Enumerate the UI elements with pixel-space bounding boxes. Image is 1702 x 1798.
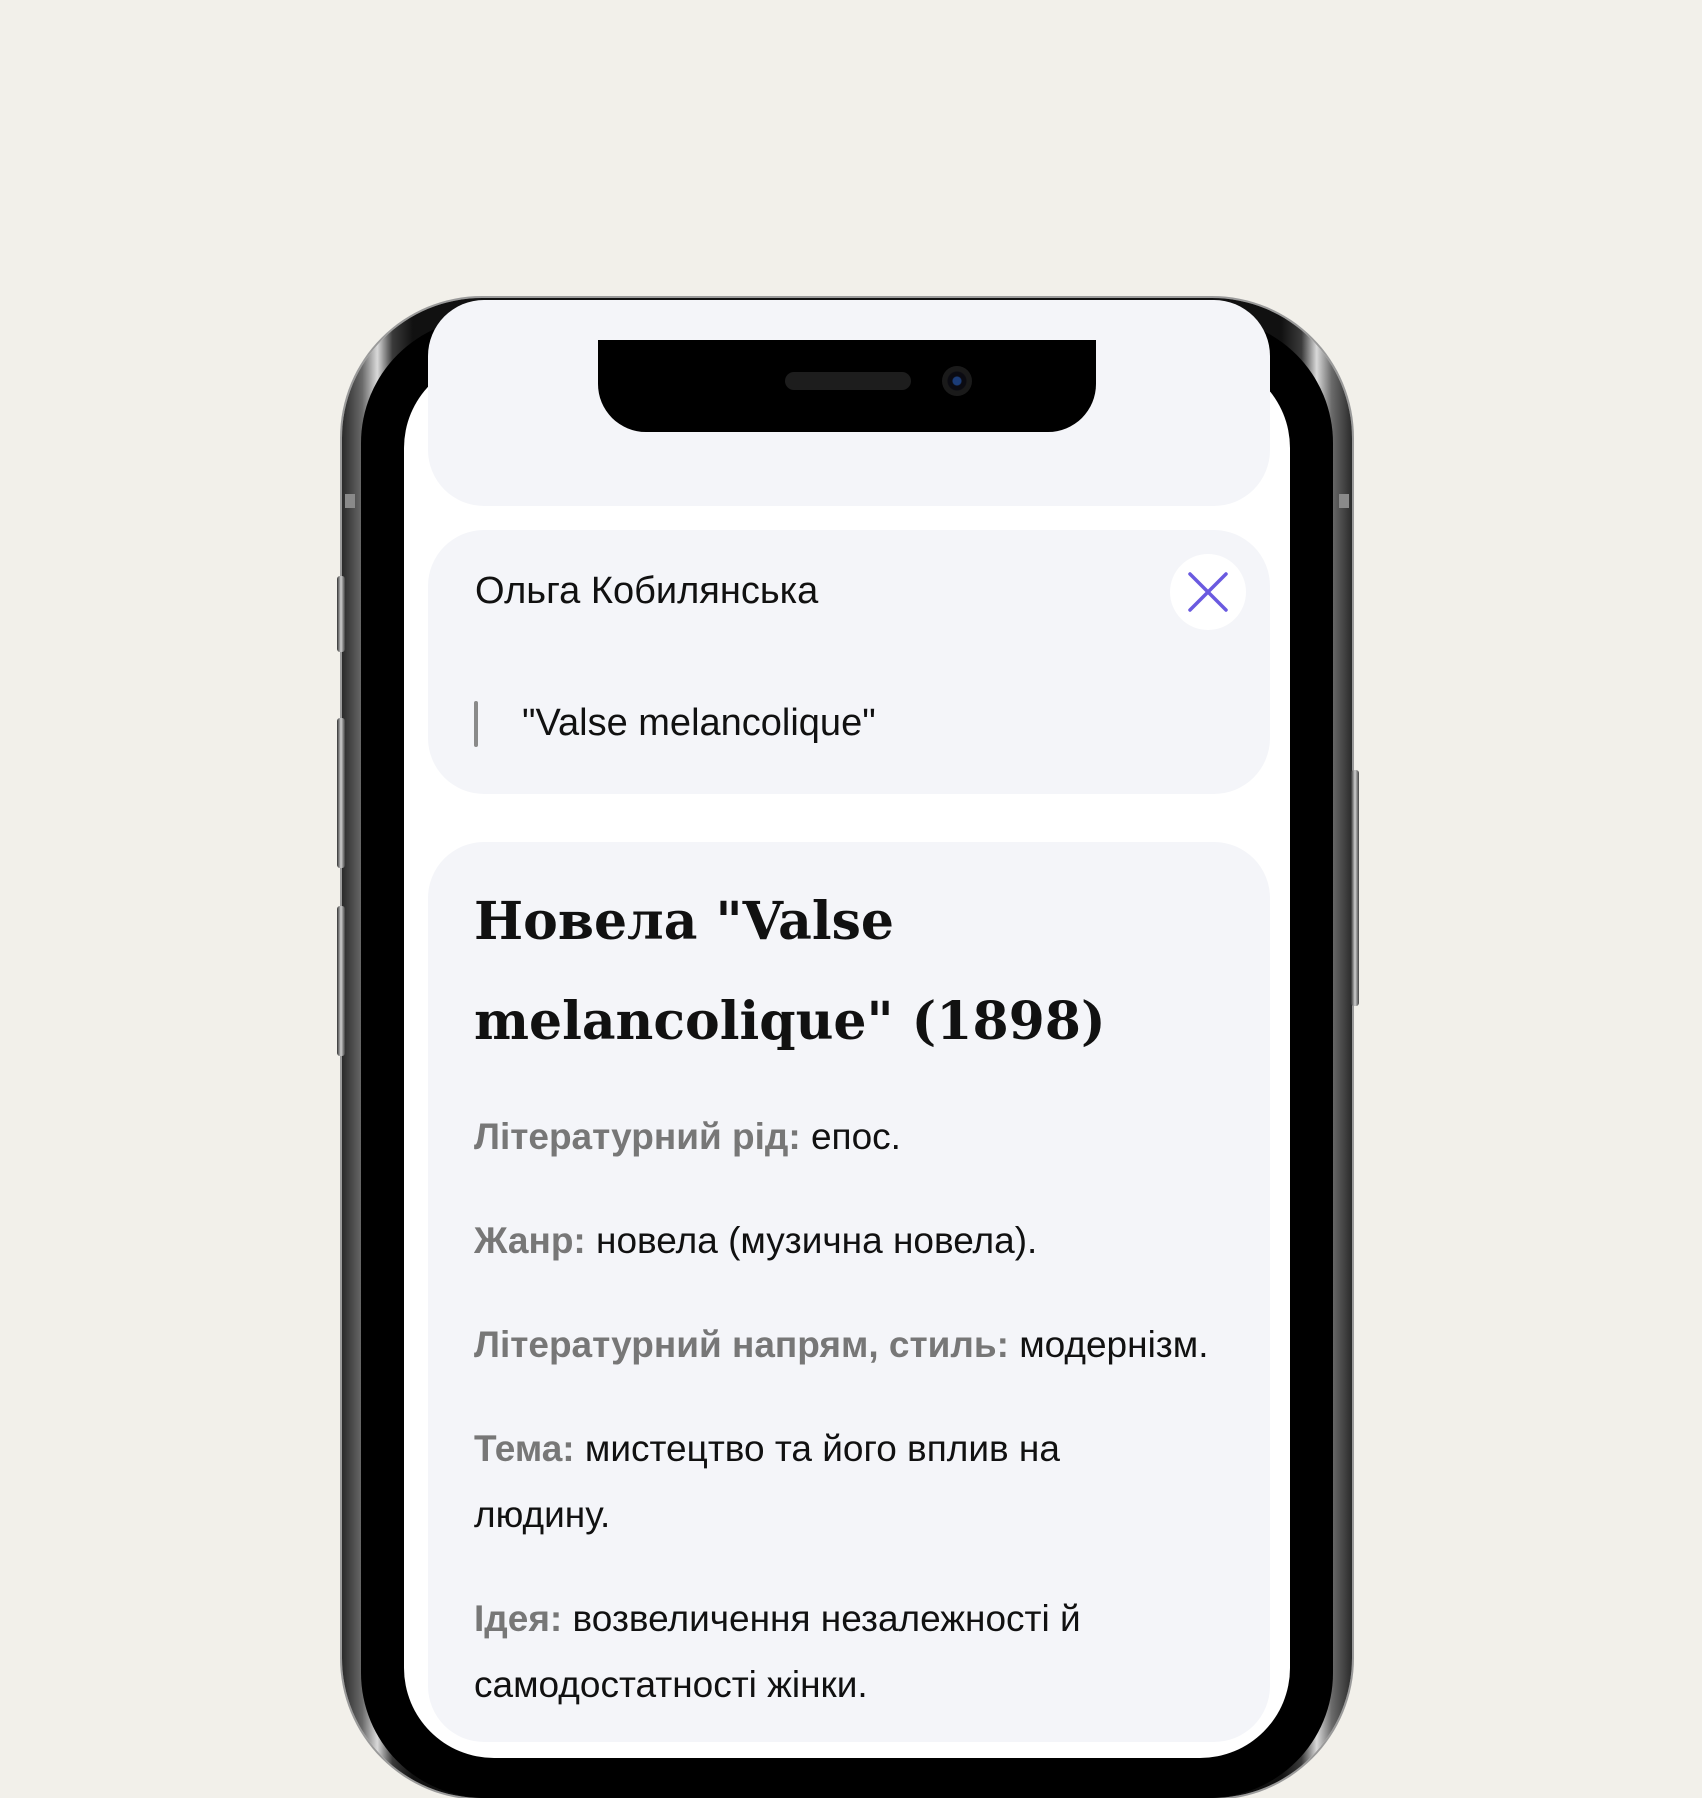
fact-genus: Літературний рід: епос.	[474, 1104, 1234, 1170]
front-camera	[942, 366, 972, 396]
fact-value: модернізм.	[1019, 1324, 1209, 1365]
fact-style: Літературний напрям, стиль: модернізм.	[474, 1312, 1234, 1378]
antenna-band-left	[345, 494, 355, 508]
speaker-grille	[785, 372, 911, 390]
work-title-line-1: Новела "Valse	[474, 891, 894, 952]
antenna-band-right	[1339, 494, 1349, 508]
fact-idea: Ідея: возвеличення незалежності й самодо…	[474, 1586, 1154, 1718]
work-title: Новела "Valse melancolique" (1898)	[474, 872, 1234, 1072]
volume-up-button	[337, 718, 345, 868]
text-cursor	[474, 701, 478, 747]
fact-label: Ідея:	[474, 1598, 563, 1639]
volume-down-button	[337, 906, 345, 1056]
search-author: Ольга Кобилянська	[475, 570, 819, 612]
close-button[interactable]	[1170, 554, 1246, 630]
fact-label: Літературний рід:	[474, 1116, 801, 1157]
fact-theme: Тема: мистецтво та його вплив на людину.	[474, 1416, 1114, 1548]
fact-genre: Жанр: новела (музична новела).	[474, 1208, 1234, 1274]
fact-value: епос.	[810, 1116, 901, 1157]
power-button	[1351, 770, 1359, 1006]
fact-value: новела (музична новела).	[596, 1220, 1038, 1261]
work-title-line-2: melancolique" (1898)	[474, 991, 1106, 1052]
fact-label: Жанр:	[474, 1220, 586, 1261]
silent-switch	[337, 576, 345, 652]
search-input[interactable]: "Valse melancolique"	[522, 700, 876, 746]
fact-label: Тема:	[474, 1428, 575, 1469]
fact-value: возвеличення незалежності й самодостатно…	[474, 1598, 1081, 1705]
close-icon	[1188, 572, 1228, 612]
fact-label: Літературний напрям, стиль:	[474, 1324, 1009, 1365]
